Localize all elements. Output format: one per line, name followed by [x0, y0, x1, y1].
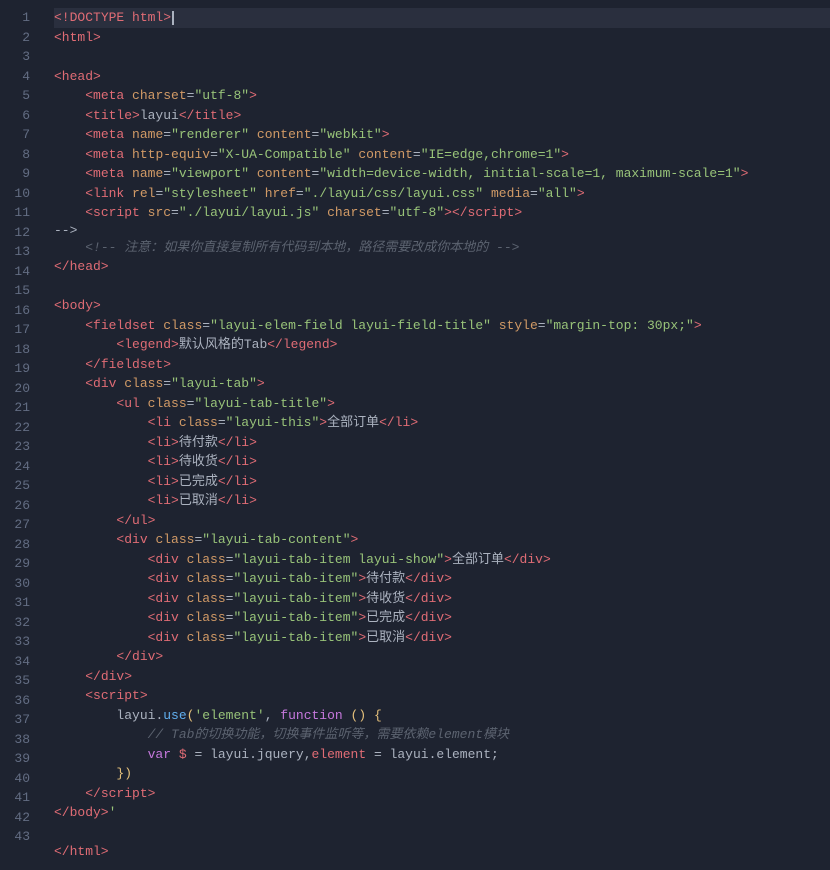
- code-line-21: <li class="layui-this">全部订单</li>: [54, 413, 830, 433]
- line-num-5: 5: [0, 86, 42, 106]
- line-num-13: 13: [0, 242, 42, 262]
- code-line-32: <div class="layui-tab-item">已取消</div>: [54, 628, 830, 648]
- code-line-25: <li>已取消</li>: [54, 491, 830, 511]
- line-num-8: 8: [0, 145, 42, 165]
- code-line-24: <li>已完成</li>: [54, 472, 830, 492]
- line-num-6: 6: [0, 106, 42, 126]
- code-line-41: </body>': [54, 803, 830, 823]
- line-num-30: 30: [0, 574, 42, 594]
- code-editor: 1 2 3 4 5 6 7 8 9 10 11 12 13 14 15 16 1…: [0, 0, 830, 870]
- line-num-14: 14: [0, 262, 42, 282]
- code-line-5: <meta charset="utf-8">: [54, 86, 830, 106]
- code-line-8: <meta http-equiv="X-UA-Compatible" conte…: [54, 145, 830, 165]
- code-line-17: <legend>默认风格的Tab</legend>: [54, 335, 830, 355]
- line-num-18: 18: [0, 340, 42, 360]
- code-line-34: </div>: [54, 667, 830, 687]
- line-num-34: 34: [0, 652, 42, 672]
- code-line-38: var $ = layui.jquery,element = layui.ele…: [54, 745, 830, 765]
- line-num-20: 20: [0, 379, 42, 399]
- line-num-7: 7: [0, 125, 42, 145]
- line-num-38: 38: [0, 730, 42, 750]
- code-line-13: </head>: [54, 257, 830, 277]
- code-line-26: </ul>: [54, 511, 830, 531]
- code-line-3: [54, 47, 830, 67]
- line-num-28: 28: [0, 535, 42, 555]
- line-num-16: 16: [0, 301, 42, 321]
- code-line-27: <div class="layui-tab-content">: [54, 530, 830, 550]
- line-num-21: 21: [0, 398, 42, 418]
- line-num-32: 32: [0, 613, 42, 633]
- line-num-29: 29: [0, 554, 42, 574]
- line-num-27: 27: [0, 515, 42, 535]
- code-line-28: <div class="layui-tab-item layui-show">全…: [54, 550, 830, 570]
- line-num-15: 15: [0, 281, 42, 301]
- line-num-4: 4: [0, 67, 42, 87]
- code-line-33: </div>: [54, 647, 830, 667]
- code-content[interactable]: <!DOCTYPE html> <html> <head> <meta char…: [42, 0, 830, 870]
- code-line-16: <fieldset class="layui-elem-field layui-…: [54, 316, 830, 336]
- code-line-31: <div class="layui-tab-item">已完成</div>: [54, 608, 830, 628]
- line-num-19: 19: [0, 359, 42, 379]
- code-line-42: [54, 823, 830, 843]
- line-num-26: 26: [0, 496, 42, 516]
- line-num-24: 24: [0, 457, 42, 477]
- code-line-30: <div class="layui-tab-item">待收货</div>: [54, 589, 830, 609]
- code-line-29: <div class="layui-tab-item">待付款</div>: [54, 569, 830, 589]
- line-num-43: 43: [0, 827, 42, 847]
- code-line-12: <!-- 注意：如果你直接复制所有代码到本地，路径需要改成你本地的 -->: [54, 238, 830, 258]
- code-line-6: <title>layui</title>: [54, 106, 830, 126]
- line-num-31: 31: [0, 593, 42, 613]
- code-line-11: <script src="./layui/layui.js" charset="…: [54, 203, 830, 223]
- code-line-15: <body>: [54, 296, 830, 316]
- line-num-40: 40: [0, 769, 42, 789]
- code-line-2: <html>: [54, 28, 830, 48]
- code-line-14: [54, 277, 830, 297]
- line-num-1: 1: [0, 8, 42, 28]
- line-num-2: 2: [0, 28, 42, 48]
- code-line-20: <ul class="layui-tab-title">: [54, 394, 830, 414]
- line-num-3: 3: [0, 47, 42, 67]
- line-num-23: 23: [0, 437, 42, 457]
- code-line-7: <meta name="renderer" content="webkit">: [54, 125, 830, 145]
- line-num-41: 41: [0, 788, 42, 808]
- code-line-19: <div class="layui-tab">: [54, 374, 830, 394]
- code-line-10: <link rel="stylesheet" href="./layui/css…: [54, 184, 830, 204]
- line-num-17: 17: [0, 320, 42, 340]
- code-line-40: </script>: [54, 784, 830, 804]
- code-line-37: // Tab的切换功能，切换事件监听等，需要依赖element模块: [54, 725, 830, 745]
- code-line-4: <head>: [54, 67, 830, 87]
- line-num-36: 36: [0, 691, 42, 711]
- code-line-18: </fieldset>: [54, 355, 830, 375]
- code-line-39: }): [54, 764, 830, 784]
- code-line-36: layui.use('element', function () {: [54, 706, 830, 726]
- line-num-35: 35: [0, 671, 42, 691]
- line-num-9: 9: [0, 164, 42, 184]
- code-line-9: <meta name="viewport" content="width=dev…: [54, 164, 830, 184]
- code-line-22: <li>待付款</li>: [54, 433, 830, 453]
- line-numbers: 1 2 3 4 5 6 7 8 9 10 11 12 13 14 15 16 1…: [0, 0, 42, 870]
- line-num-11: 11: [0, 203, 42, 223]
- line-num-10: 10: [0, 184, 42, 204]
- line-num-22: 22: [0, 418, 42, 438]
- line-num-42: 42: [0, 808, 42, 828]
- line-num-12: 12: [0, 223, 42, 243]
- code-line-23: <li>待收货</li>: [54, 452, 830, 472]
- line-num-25: 25: [0, 476, 42, 496]
- line-num-39: 39: [0, 749, 42, 769]
- line-num-37: 37: [0, 710, 42, 730]
- line-num-33: 33: [0, 632, 42, 652]
- code-line-35: <script>: [54, 686, 830, 706]
- code-line-43: </html>: [54, 842, 830, 862]
- code-line-1: <!DOCTYPE html>: [54, 8, 830, 28]
